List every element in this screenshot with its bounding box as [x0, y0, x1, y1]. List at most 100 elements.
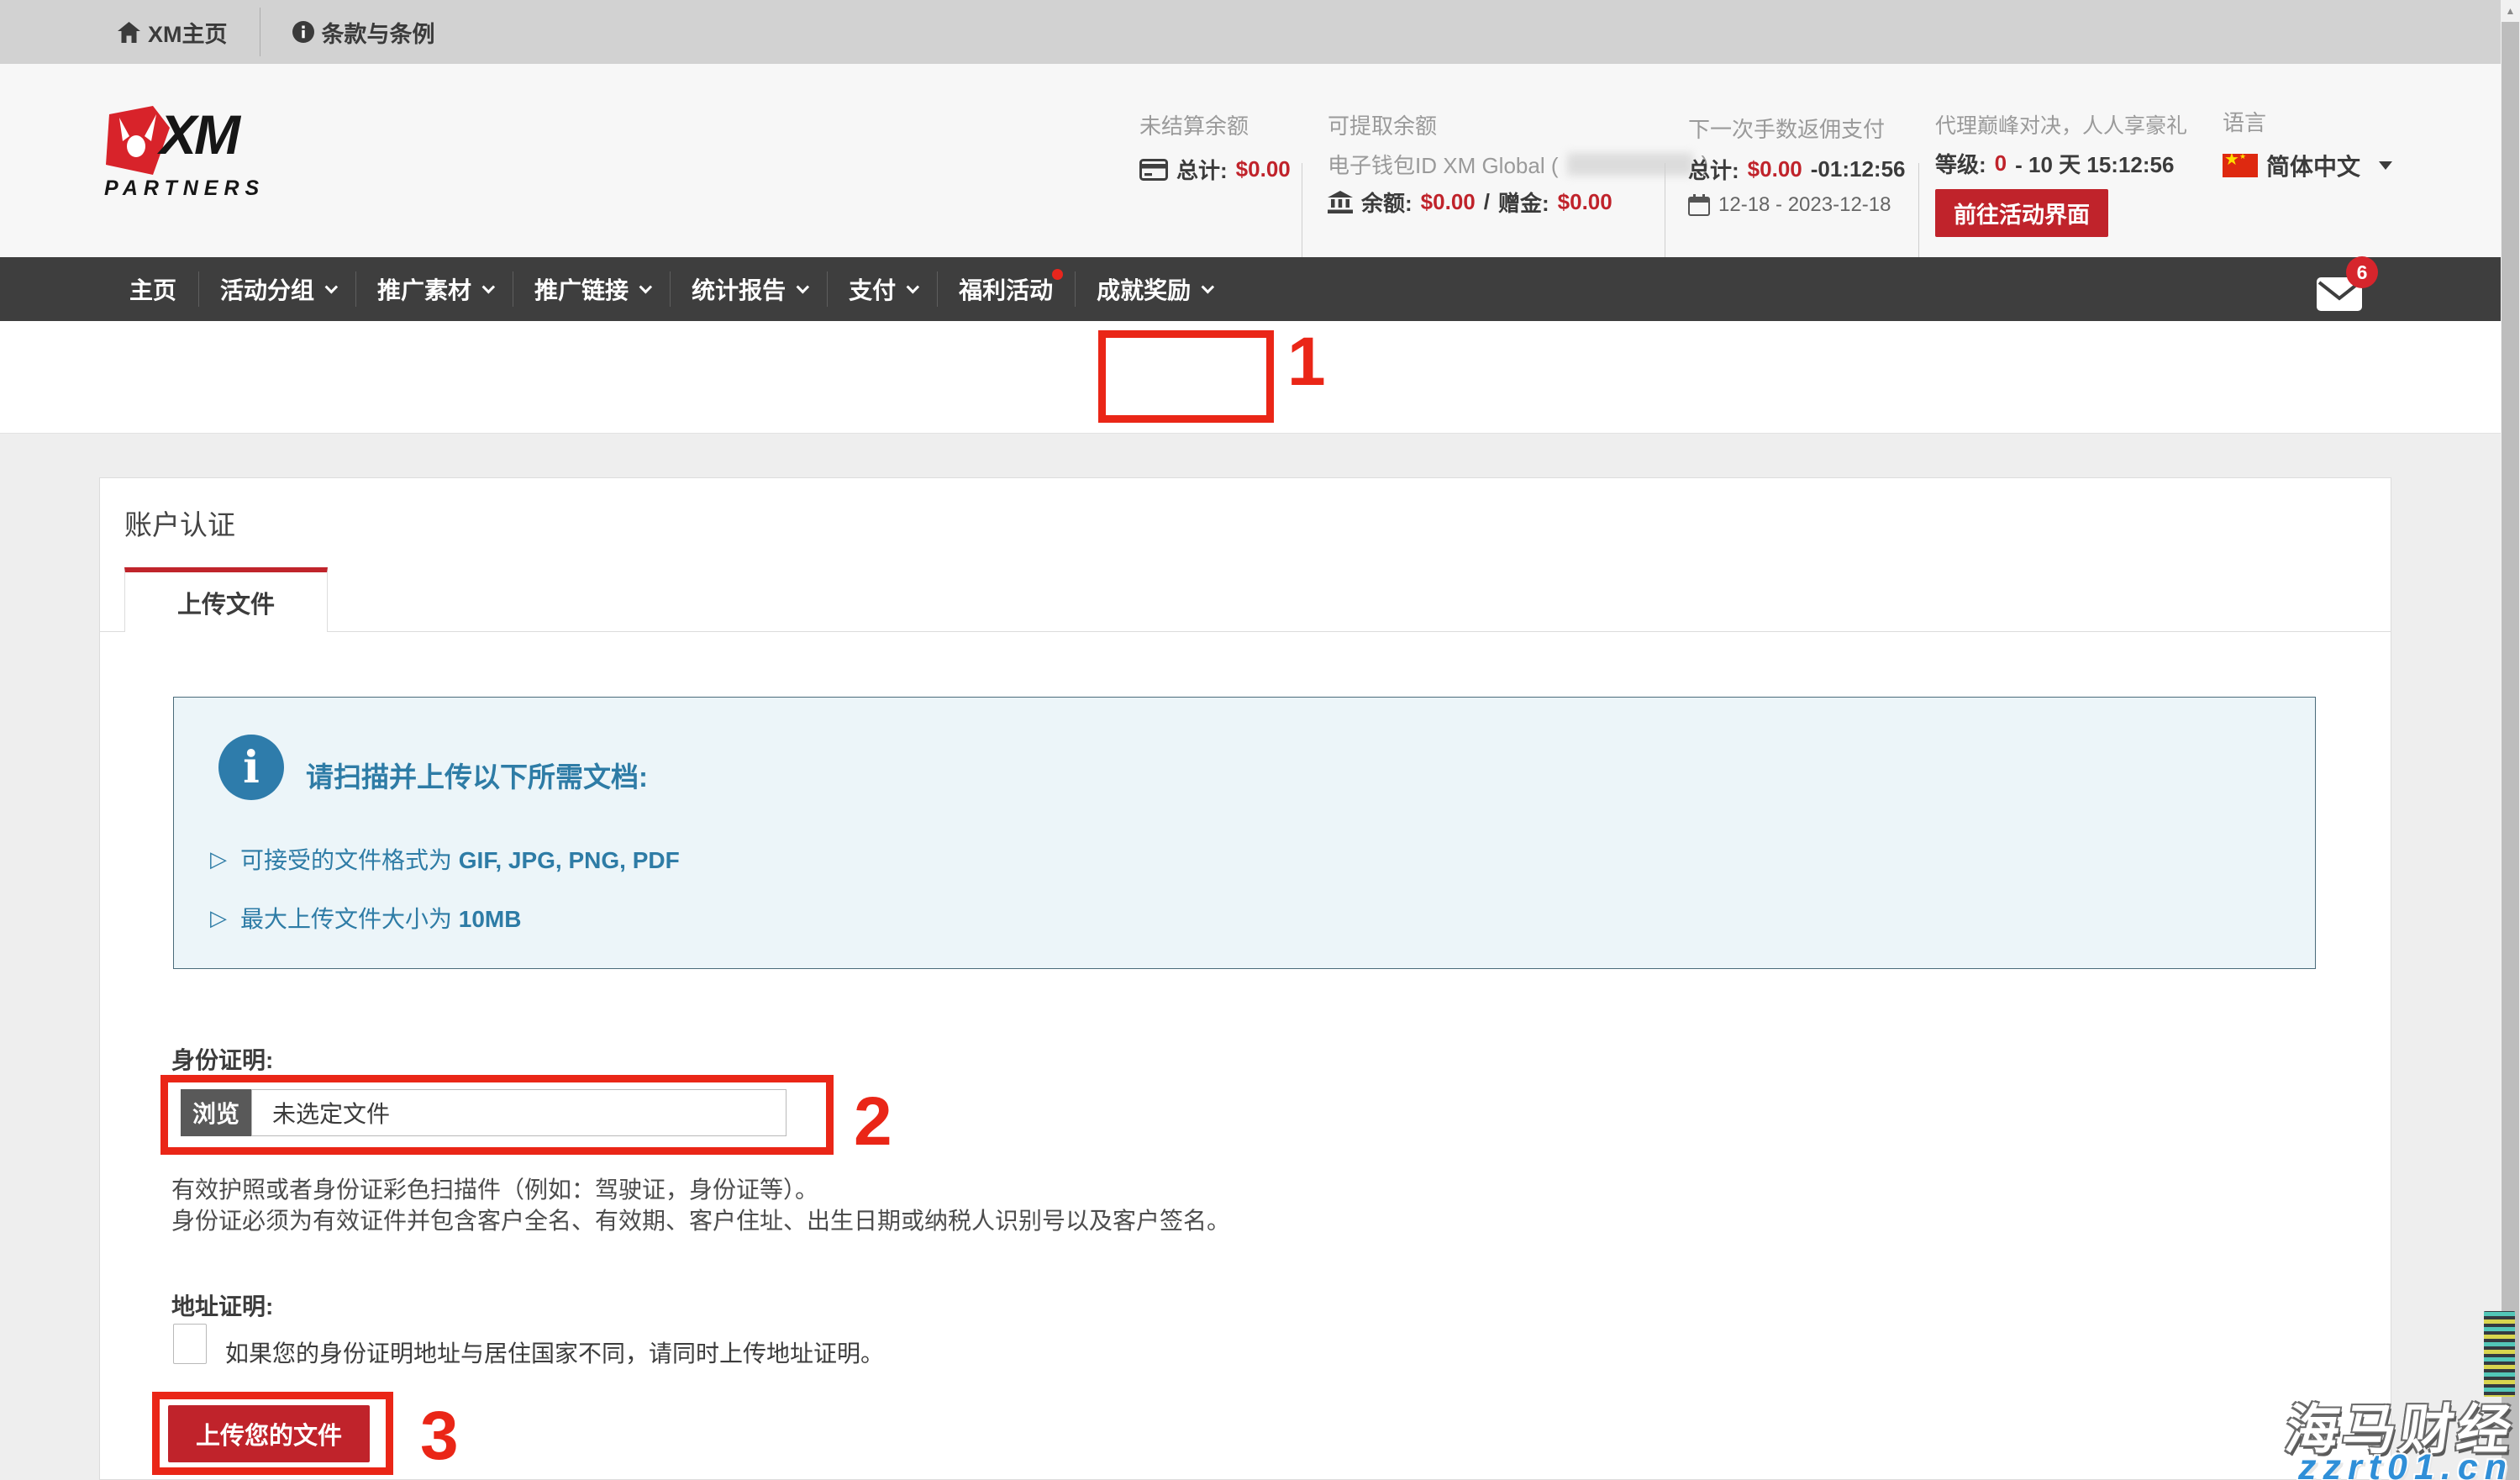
topbar-terms-link[interactable]: 条款与条例 [292, 16, 435, 49]
scrollbar-thumb[interactable] [2502, 22, 2519, 1480]
unsettled-total-label: 总计: [1176, 154, 1228, 185]
bullet-text-bold: GIF, JPG, PNG, PDF [459, 847, 680, 873]
notice-bullet-size: ▷ 最大上传文件大小为 10MB [210, 901, 521, 935]
home-icon [118, 22, 140, 43]
language-block: 语言 ★★ 简体中文 [2223, 106, 2392, 182]
identity-proof-label: 身份证明: [171, 1042, 273, 1076]
topbar-terms-label: 条款与条例 [322, 16, 435, 49]
chevron-down-icon [325, 280, 339, 293]
unsettled-label: 未结算余额 [1139, 109, 1291, 140]
logo-text: XM [160, 106, 238, 164]
scrollbar[interactable]: ▲ [2501, 0, 2520, 1480]
notice-heading: 请扫描并上传以下所需文档: [306, 755, 648, 795]
topbar-home-link[interactable]: XM主页 [118, 16, 228, 49]
address-proof-label: 地址证明: [171, 1288, 273, 1322]
topbar-home-label: XM主页 [148, 16, 228, 49]
info-icon [292, 21, 314, 43]
annotation-digit-2: 2 [854, 1088, 892, 1156]
contest-level-suffix: - 10 天 15:12:56 [2015, 148, 2174, 179]
nav-items: 主页 活动分组 推广素材 推广链接 统计报告 支付 福利活动 成就奖励 [108, 257, 1232, 321]
contest-block: 代理巅峰对决，人人享豪礼 等级: 0 - 10 天 15:12:56 前往活动界… [1935, 109, 2187, 237]
annotation-digit-1: 1 [1287, 328, 1326, 397]
balance-label: 余额: [1361, 187, 1413, 218]
bullet-text: 可接受的文件格式为 GIF, JPG, PNG, PDF [240, 842, 680, 876]
nav-item[interactable]: 统计报告 [670, 257, 827, 321]
user-bar: 尊敬的SAN，您好 ! 当前等级：Bronze 升级攻略 代理成就奖励计划，尊享… [0, 321, 2501, 434]
page: XM主页 条款与条例 XM PARTNERS [0, 0, 2520, 1480]
language-selector[interactable]: ★★ 简体中文 [2223, 149, 2392, 182]
contest-level-label: 等级: [1935, 148, 1986, 179]
nav-item-label: 活动分组 [220, 272, 314, 306]
upload-files-button[interactable]: 上传您的文件 [168, 1405, 370, 1462]
bonus-label: 赠金: [1498, 187, 1549, 218]
identity-desc-line2: 身份证必须为有效证件并包含客户全名、有效期、客户住址、出生日期或纳税人识别号以及… [171, 1203, 1230, 1236]
triangle-bullet-icon: ▷ [210, 846, 227, 872]
notice-bullet-formats: ▷ 可接受的文件格式为 GIF, JPG, PNG, PDF [210, 842, 680, 876]
chevron-down-icon [907, 280, 920, 293]
withdrawable-label: 可提取余额 [1328, 109, 1708, 140]
language-label: 语言 [2223, 106, 2392, 137]
bank-icon [1328, 191, 1353, 213]
nav-item-label: 推广链接 [534, 272, 629, 306]
next-payout-total-value: $0.00 [1748, 156, 1802, 182]
language-selected: 简体中文 [2266, 149, 2360, 182]
watermark-site: zzrt01.cn [2298, 1447, 2513, 1480]
nav-item-label: 主页 [129, 272, 176, 306]
china-flag-icon: ★★ [2223, 154, 2258, 177]
xm-partners-logo[interactable]: XM PARTNERS [104, 106, 265, 201]
nav-item[interactable]: 福利活动 [937, 257, 1075, 321]
nav-item[interactable]: 支付 [827, 257, 937, 321]
info-circle-icon: i [218, 735, 284, 800]
next-payout-dates: 12-18 - 2023-12-18 [1718, 193, 1891, 217]
nav-item[interactable]: 成就奖励 [1075, 257, 1232, 321]
nav-item[interactable]: 活动分组 [198, 257, 355, 321]
notification-dot [1052, 269, 1063, 280]
nav-item[interactable]: 主页 [108, 257, 198, 321]
contest-level-value: 0 [1995, 150, 2007, 176]
triangle-bullet-icon: ▷ [210, 905, 227, 931]
address-proof-checkbox[interactable] [173, 1324, 207, 1364]
nav-item-label: 推广素材 [377, 272, 471, 306]
balance-withdrawable: 可提取余额 电子钱包ID XM Global () 余额: $0.00 / 赠金… [1328, 109, 1708, 218]
nav-item-label: 福利活动 [959, 272, 1053, 306]
file-input[interactable]: 未选定文件 [251, 1089, 787, 1136]
nav-item[interactable]: 推广素材 [355, 257, 513, 321]
chevron-down-icon [2379, 161, 2392, 170]
identity-desc-line1: 有效护照或者身份证彩色扫描件（例如：驾驶证，身份证等）。 [171, 1172, 818, 1205]
mail-count-badge: 6 [2346, 256, 2378, 288]
bullet-text-normal: 最大上传文件大小为 [240, 906, 459, 932]
nav-item-label: 统计报告 [692, 272, 786, 306]
tab-upload-documents[interactable]: 上传文件 [124, 567, 328, 632]
nav-item-label: 成就奖励 [1097, 272, 1191, 306]
chevron-down-icon [639, 280, 653, 293]
balance-value: $0.00 [1421, 189, 1476, 215]
bullet-text: 最大上传文件大小为 10MB [240, 901, 521, 935]
chevron-down-icon [797, 280, 810, 293]
card-icon [1139, 159, 1168, 181]
tab-divider [100, 631, 2391, 632]
wallet-id-text: 电子钱包ID XM Global ( [1328, 149, 1559, 180]
wallet-id-redacted [1567, 153, 1693, 176]
balance-unsettled: 未结算余额 总计: $0.00 [1139, 109, 1291, 185]
nav-item[interactable]: 推广链接 [513, 257, 670, 321]
browse-button[interactable]: 浏览 [181, 1089, 251, 1136]
account-verification-card [99, 477, 2391, 1480]
main-nav: 主页 活动分组 推广素材 推广链接 统计报告 支付 福利活动 成就奖励 [0, 257, 2501, 321]
balance-divider: / [1484, 189, 1490, 215]
annotation-digit-3: 3 [420, 1402, 459, 1471]
balance-next-payout: 下一次手数返佣支付 总计: $0.00 -01:12:56 12-18 - 20… [1688, 113, 1905, 217]
next-payout-total-label: 总计: [1688, 154, 1739, 185]
go-to-activity-button[interactable]: 前往活动界面 [1935, 189, 2108, 237]
header: XM PARTNERS 未结算余额 总计: $0.00 可提取余额 电子钱包ID [0, 64, 2501, 257]
scrollbar-up-arrow[interactable]: ▲ [2501, 0, 2520, 22]
bullet-text-bold: 10MB [459, 906, 522, 932]
page-title: 账户认证 [124, 503, 235, 543]
bullet-text-normal: 可接受的文件格式为 [240, 847, 459, 873]
next-payout-countdown: -01:12:56 [1811, 156, 1906, 182]
address-proof-hint: 如果您的身份证明地址与居住国家不同，请同时上传地址证明。 [225, 1335, 884, 1369]
unsettled-total-value: $0.00 [1236, 156, 1291, 182]
chevron-down-icon [1202, 280, 1215, 293]
top-utility-bar: XM主页 条款与条例 [0, 0, 2501, 64]
nav-item-label: 支付 [849, 272, 896, 306]
calendar-icon [1688, 194, 1710, 216]
